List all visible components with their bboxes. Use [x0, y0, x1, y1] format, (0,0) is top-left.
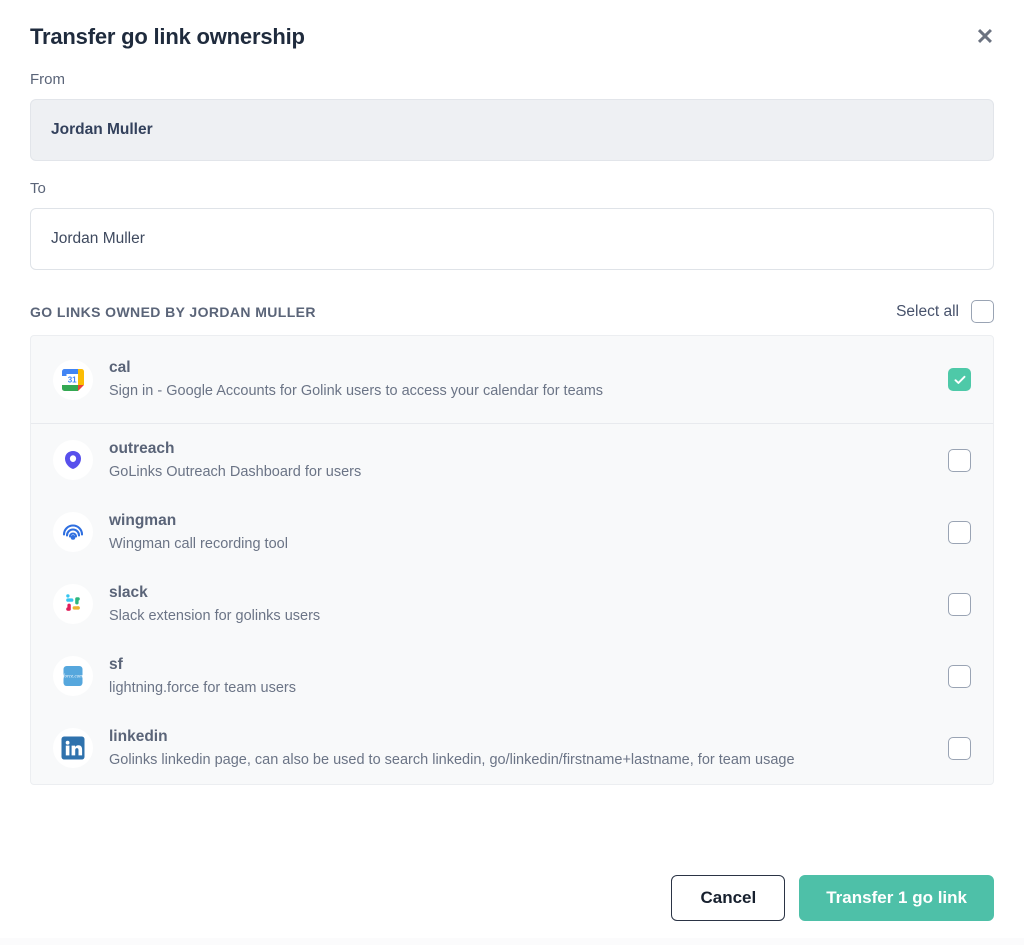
row-checkbox[interactable] — [948, 448, 971, 472]
modal-header: Transfer go link ownership ✕ — [0, 0, 1024, 52]
link-name: cal — [109, 359, 131, 376]
table-row[interactable]: linkedin Golinks linkedin page, can also… — [31, 712, 993, 784]
bottom-strip — [0, 938, 1024, 945]
table-row[interactable]: 31 cal Sign in - Google Accounts for Gol… — [31, 336, 993, 424]
link-info: sf lightning.force for team users — [109, 654, 948, 699]
row-checkbox[interactable] — [948, 520, 971, 544]
select-all-checkbox[interactable] — [971, 300, 994, 323]
link-description: Slack extension for golinks users — [109, 607, 321, 624]
link-description: Golinks linkedin page, can also be used … — [109, 751, 795, 768]
table-row[interactable]: outreach GoLinks Outreach Dashboard for … — [31, 424, 993, 496]
modal-body: From Jordan Muller To Jordan Muller GO L… — [0, 52, 1024, 785]
row-checkbox[interactable] — [948, 368, 971, 391]
table-row[interactable]: slack Slack extension for golinks users — [31, 568, 993, 640]
from-field: Jordan Muller — [30, 99, 994, 161]
linkedin-icon — [53, 728, 93, 768]
row-checkbox[interactable] — [948, 736, 971, 760]
link-description: Wingman call recording tool — [109, 535, 288, 552]
select-all-control[interactable]: Select all — [896, 300, 994, 323]
link-info: slack Slack extension for golinks users — [109, 582, 948, 627]
outreach-icon — [53, 440, 93, 480]
table-row[interactable]: force.com sf lightning.force for team us… — [31, 640, 993, 712]
transfer-button[interactable]: Transfer 1 go link — [799, 875, 994, 921]
go-links-list: 31 cal Sign in - Google Accounts for Gol… — [30, 335, 994, 785]
svg-text:force.com: force.com — [63, 675, 83, 680]
links-list-header: GO LINKS OWNED BY JORDAN MULLER Select a… — [30, 300, 994, 323]
svg-text:31: 31 — [68, 375, 77, 384]
row-checkbox[interactable] — [948, 664, 971, 688]
link-name: outreach — [109, 439, 175, 457]
row-checkbox[interactable] — [948, 592, 971, 616]
salesforce-icon: force.com — [53, 656, 93, 696]
cancel-button[interactable]: Cancel — [671, 875, 786, 921]
select-all-label: Select all — [896, 302, 959, 320]
from-label: From — [30, 71, 65, 88]
link-description: Sign in - Google Accounts for Golink use… — [109, 383, 604, 399]
link-name: sf — [109, 655, 123, 673]
table-row[interactable]: wingman Wingman call recording tool — [31, 496, 993, 568]
link-info: wingman Wingman call recording tool — [109, 510, 948, 555]
link-info: cal Sign in - Google Accounts for Golink… — [109, 357, 948, 402]
wingman-icon — [53, 512, 93, 552]
link-info: outreach GoLinks Outreach Dashboard for … — [109, 438, 948, 483]
page-title: Transfer go link ownership — [30, 24, 305, 49]
close-icon[interactable]: ✕ — [972, 24, 998, 50]
link-description: lightning.force for team users — [109, 679, 296, 696]
check-icon — [954, 375, 965, 384]
link-name: linkedin — [109, 727, 168, 745]
link-name: slack — [109, 583, 148, 601]
google-calendar-icon: 31 — [53, 359, 93, 400]
to-label: To — [30, 180, 46, 197]
to-field[interactable]: Jordan Muller — [30, 208, 994, 270]
transfer-ownership-modal: Transfer go link ownership ✕ From Jordan… — [0, 0, 1024, 945]
modal-footer: Cancel Transfer 1 go link — [0, 875, 1024, 945]
links-list-title: GO LINKS OWNED BY JORDAN MULLER — [30, 303, 316, 320]
slack-icon — [53, 584, 93, 624]
link-info: linkedin Golinks linkedin page, can also… — [109, 726, 948, 771]
link-name: wingman — [109, 511, 177, 529]
link-description: GoLinks Outreach Dashboard for users — [109, 463, 362, 480]
